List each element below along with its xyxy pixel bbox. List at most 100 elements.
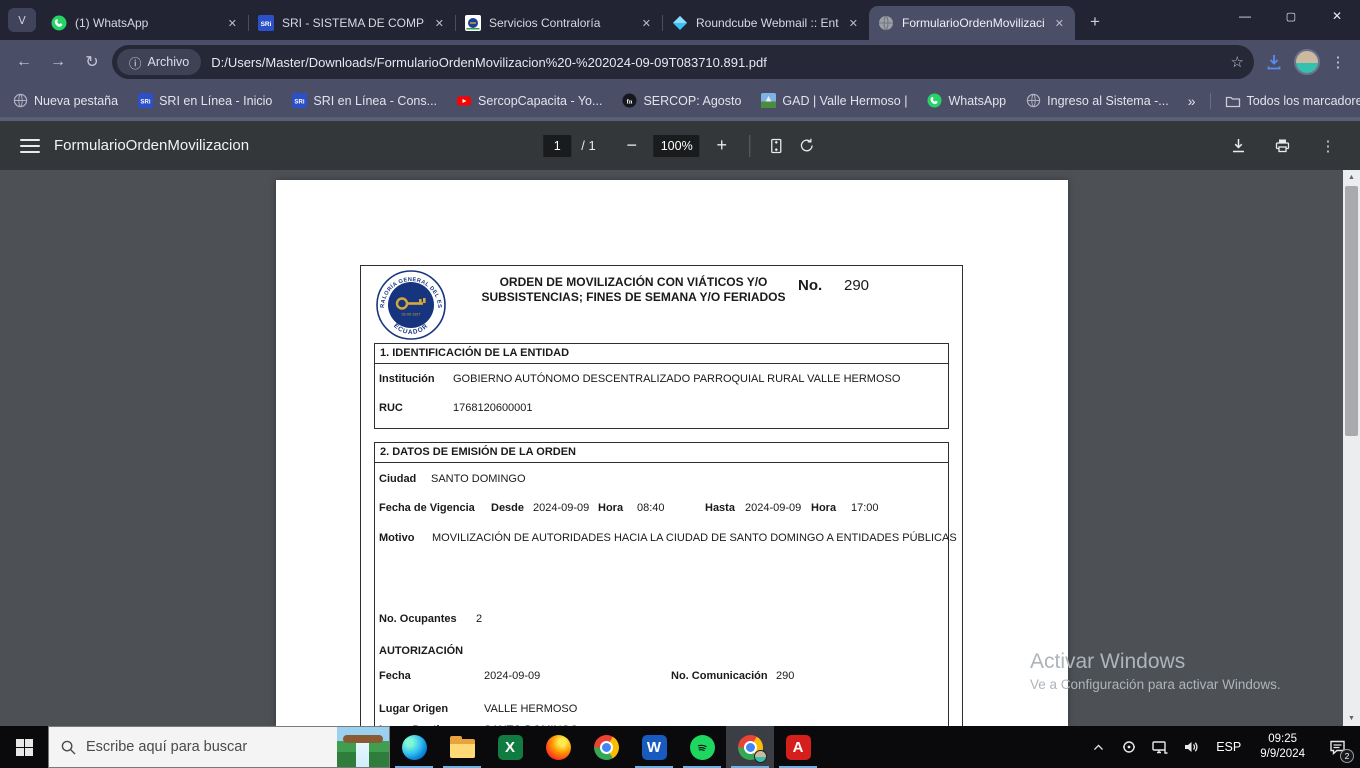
taskbar-excel[interactable]: X	[486, 726, 534, 768]
scroll-down-arrow[interactable]: ▼	[1343, 711, 1360, 726]
contraloria-icon	[465, 15, 481, 31]
zoom-in-button[interactable]: +	[710, 135, 734, 156]
hora2-value: 17:00	[851, 502, 879, 514]
tab-title: SRI - SISTEMA DE COMPROB	[282, 16, 425, 30]
zoom-out-button[interactable]: −	[620, 135, 644, 156]
firefox-icon	[546, 735, 571, 760]
bookmark-ingreso-sistema[interactable]: Ingreso al Sistema -...	[1025, 93, 1169, 109]
tab-whatsapp[interactable]: (1) WhatsApp ✕	[42, 6, 248, 40]
chrome-icon	[738, 735, 763, 760]
taskbar-edge[interactable]	[390, 726, 438, 768]
profile-mini-avatar	[754, 750, 767, 763]
divider	[750, 135, 751, 157]
taskbar-chrome[interactable]	[582, 726, 630, 768]
tab-search-button[interactable]: ᐯ	[8, 8, 36, 32]
reload-button[interactable]: ↻	[78, 48, 106, 76]
globe-icon	[12, 93, 28, 109]
downloads-button[interactable]	[1260, 48, 1288, 76]
bookmark-label: GAD | Valle Hermoso |	[782, 94, 907, 108]
url-text[interactable]: D:/Users/Master/Downloads/FormularioOrde…	[211, 55, 1222, 70]
bookmark-label: Ingreso al Sistema -...	[1047, 94, 1169, 108]
bookmark-star-icon[interactable]: ☆	[1231, 53, 1244, 71]
tab-roundcube[interactable]: Roundcube Webmail :: Entra ✕	[663, 6, 869, 40]
network-icon[interactable]	[1148, 735, 1172, 759]
taskbar-spotify[interactable]	[678, 726, 726, 768]
comunicacion-value: 290	[776, 670, 794, 682]
youtube-icon	[456, 93, 472, 109]
fit-to-page-button[interactable]	[767, 136, 787, 156]
taskbar-chrome-active[interactable]	[726, 726, 774, 768]
all-bookmarks-button[interactable]: Todos los marcadores	[1225, 93, 1360, 109]
taskbar-firefox[interactable]	[534, 726, 582, 768]
viewer-scrollbar[interactable]: ▲ ▼	[1343, 170, 1360, 726]
pdf-menu-button[interactable]	[20, 139, 40, 153]
bookmark-sri-inicio[interactable]: SRi SRI en Línea - Inicio	[137, 93, 272, 109]
institucion-label: Institución	[379, 373, 435, 385]
page-number-input[interactable]	[543, 135, 571, 157]
ocupantes-label: No. Ocupantes	[379, 613, 457, 625]
scroll-up-arrow[interactable]: ▲	[1343, 170, 1360, 185]
taskbar-clock[interactable]: 09:25 9/9/2024	[1254, 732, 1311, 762]
bookmark-nueva-pestana[interactable]: Nueva pestaña	[12, 93, 118, 109]
zoom-level-display[interactable]: 100%	[654, 135, 700, 157]
close-icon[interactable]: ✕	[640, 15, 653, 32]
browser-menu-button[interactable]: ⋮	[1326, 53, 1350, 71]
forward-button[interactable]: →	[44, 48, 72, 76]
bookmarks-overflow-button[interactable]: »	[1188, 93, 1196, 109]
bookmark-label: Nueva pestaña	[34, 94, 118, 108]
back-button[interactable]: ←	[10, 48, 38, 76]
fecha-value: 2024-09-09	[484, 670, 540, 682]
close-icon[interactable]: ✕	[1053, 15, 1066, 32]
taskbar-word[interactable]: W	[630, 726, 678, 768]
browser-tab-bar: ᐯ (1) WhatsApp ✕ SRi SRI - SISTEMA DE CO…	[0, 0, 1360, 40]
bookmark-sri-consultas[interactable]: SRi SRI en Línea - Cons...	[291, 93, 437, 109]
bookmark-sercop-agosto[interactable]: fn SERCOP: Agosto	[621, 93, 741, 109]
taskbar-file-explorer[interactable]	[438, 726, 486, 768]
institucion-value: GOBIERNO AUTÓNOMO DESCENTRALIZADO PARROQ…	[453, 373, 900, 385]
whatsapp-icon	[926, 93, 942, 109]
fit-page-icon	[769, 138, 785, 154]
svg-text:02-XII-1927: 02-XII-1927	[402, 313, 421, 317]
pdf-more-button[interactable]: ⋮	[1316, 137, 1340, 155]
maximize-button[interactable]: ▢	[1268, 0, 1314, 32]
close-icon[interactable]: ✕	[433, 15, 446, 32]
start-button[interactable]	[0, 726, 48, 768]
whatsapp-icon	[51, 15, 67, 31]
rotate-button[interactable]	[797, 136, 817, 156]
site-info-label: Archivo	[148, 55, 190, 69]
site-info-chip[interactable]: ⓘ Archivo	[117, 49, 201, 75]
search-highlight-image[interactable]	[337, 727, 389, 767]
pdf-print-button[interactable]	[1272, 136, 1292, 156]
bookmark-gad-valle-hermoso[interactable]: GAD | Valle Hermoso |	[760, 93, 907, 109]
action-center-button[interactable]: 2	[1318, 726, 1356, 768]
bookmark-sercopcapacita[interactable]: SercopCapacita - Yo...	[456, 93, 602, 109]
taskbar-search[interactable]: Escribe aquí para buscar	[48, 726, 390, 768]
new-tab-button[interactable]: +	[1081, 8, 1109, 36]
vigencia-label: Fecha de Vigencia	[379, 502, 475, 514]
scrollbar-thumb[interactable]	[1345, 186, 1358, 436]
tab-formulario-active[interactable]: FormularioOrdenMovilizacio ✕	[869, 6, 1075, 40]
minimize-button[interactable]: —	[1222, 0, 1268, 32]
language-indicator[interactable]: ESP	[1210, 740, 1247, 754]
doc-no-label: No.	[798, 277, 822, 294]
motivo-label: Motivo	[379, 532, 414, 544]
close-window-button[interactable]: ✕	[1314, 0, 1360, 32]
download-icon	[1264, 52, 1284, 72]
tray-status-icon[interactable]	[1117, 735, 1141, 759]
address-bar[interactable]: ⓘ Archivo D:/Users/Master/Downloads/Form…	[112, 45, 1254, 79]
tab-sri[interactable]: SRi SRI - SISTEMA DE COMPROB ✕	[249, 6, 455, 40]
close-icon[interactable]: ✕	[226, 15, 239, 32]
roundcube-icon	[672, 15, 688, 31]
download-icon	[1230, 137, 1247, 154]
pdf-download-button[interactable]	[1228, 136, 1248, 156]
profile-avatar[interactable]	[1294, 49, 1320, 75]
close-icon[interactable]: ✕	[847, 15, 860, 32]
taskbar-acrobat[interactable]: A	[774, 726, 822, 768]
hora1-value: 08:40	[637, 502, 665, 514]
ciudad-label: Ciudad	[379, 473, 416, 485]
autorizacion-header: AUTORIZACIÓN	[379, 645, 463, 657]
bookmark-whatsapp[interactable]: WhatsApp	[926, 93, 1006, 109]
tab-contraloria[interactable]: Servicios Contraloría ✕	[456, 6, 662, 40]
volume-icon[interactable]	[1179, 735, 1203, 759]
hidden-icons-chevron[interactable]	[1086, 735, 1110, 759]
